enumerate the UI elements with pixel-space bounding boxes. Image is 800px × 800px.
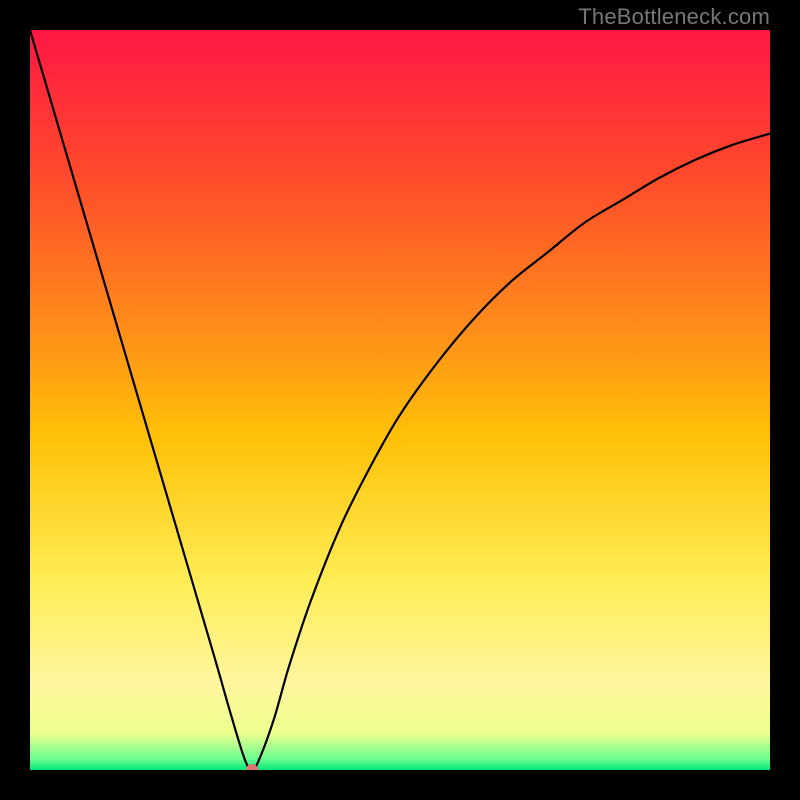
chart-frame: TheBottleneck.com: [0, 0, 800, 800]
gradient-background: [30, 30, 770, 770]
watermark-text: TheBottleneck.com: [578, 4, 770, 30]
bottleneck-chart: [30, 30, 770, 770]
